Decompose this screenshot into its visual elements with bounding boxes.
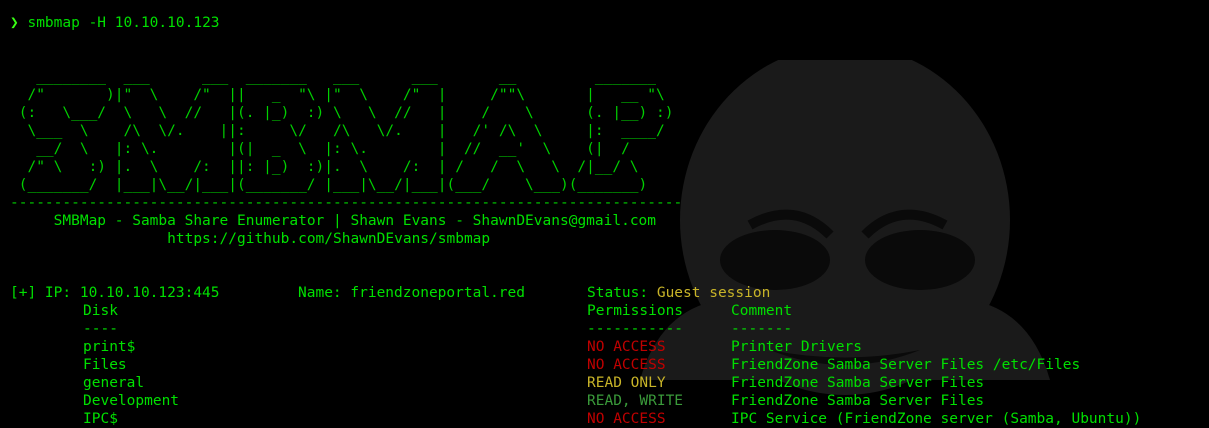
terminal-output: ❯ smbmap -H 10.10.10.123 ________ ___ __… — [10, 14, 1141, 428]
banner-url-text: https://github.com/ShawnDEvans/smbmap — [167, 231, 491, 247]
host-ip: [+] IP: 10.10.10.123:445 — [10, 285, 220, 301]
share-name: Development — [83, 393, 180, 409]
table-row: IPC$ NO ACCESS IPC Service (FriendZone s… — [10, 410, 1141, 428]
table-row: general READ ONLY FriendZone Samba Serve… — [10, 374, 984, 392]
sep-permissions: ----------- — [587, 321, 684, 337]
status-label: Status: — [587, 285, 657, 301]
share-comment: FriendZone Samba Server Files — [731, 375, 985, 391]
table-row: Development READ, WRITE FriendZone Samba… — [10, 392, 984, 410]
share-permissions: READ, WRITE — [587, 393, 684, 409]
share-name: IPC$ — [83, 411, 118, 427]
share-permissions: NO ACCESS — [587, 339, 666, 355]
share-comment: FriendZone Samba Server Files — [731, 393, 985, 409]
table-header-row: Disk Permissions Comment — [10, 302, 792, 320]
share-name: print$ — [83, 339, 136, 355]
sep-disk: ---- — [83, 321, 118, 337]
header-comment: Comment — [731, 303, 793, 319]
header-permissions: Permissions — [587, 303, 684, 319]
share-permissions: READ ONLY — [587, 375, 666, 391]
share-name: Files — [83, 357, 127, 373]
smbmap-ascii-banner: ________ ___ ___ _______ ___ ___ __ ____… — [10, 69, 683, 211]
table-row: Files NO ACCESS FriendZone Samba Server … — [10, 356, 1080, 374]
banner-title: SMBMap - Samba Share Enumerator | Shawn … — [10, 212, 682, 230]
share-comment: IPC Service (FriendZone server (Samba, U… — [731, 411, 1142, 427]
host-status: Status: Guest session — [587, 284, 770, 302]
table-separator-row: ---- ----------- ------- — [10, 320, 792, 338]
host-info-row: [+] IP: 10.10.10.123:445 Name: friendzon… — [10, 284, 770, 302]
share-permissions: NO ACCESS — [587, 357, 666, 373]
table-row: print$ NO ACCESS Printer Drivers — [10, 338, 862, 356]
sep-comment: ------- — [731, 321, 793, 337]
banner-title-text: SMBMap - Samba Share Enumerator | Shawn … — [53, 213, 657, 229]
header-disk: Disk — [83, 303, 118, 319]
prompt-chevron-icon: ❯ — [10, 15, 19, 31]
host-name: Name: friendzoneportal.red — [298, 285, 525, 301]
share-comment: Printer Drivers — [731, 339, 862, 355]
status-value: Guest session — [656, 285, 771, 301]
share-name: general — [83, 375, 145, 391]
share-permissions: NO ACCESS — [587, 411, 666, 427]
command-line: ❯ smbmap -H 10.10.10.123 — [10, 14, 682, 32]
share-comment: FriendZone Samba Server Files /etc/Files — [731, 357, 1081, 373]
command-text: smbmap -H 10.10.10.123 — [27, 15, 220, 31]
banner-url: https://github.com/ShawnDEvans/smbmap — [10, 230, 682, 248]
